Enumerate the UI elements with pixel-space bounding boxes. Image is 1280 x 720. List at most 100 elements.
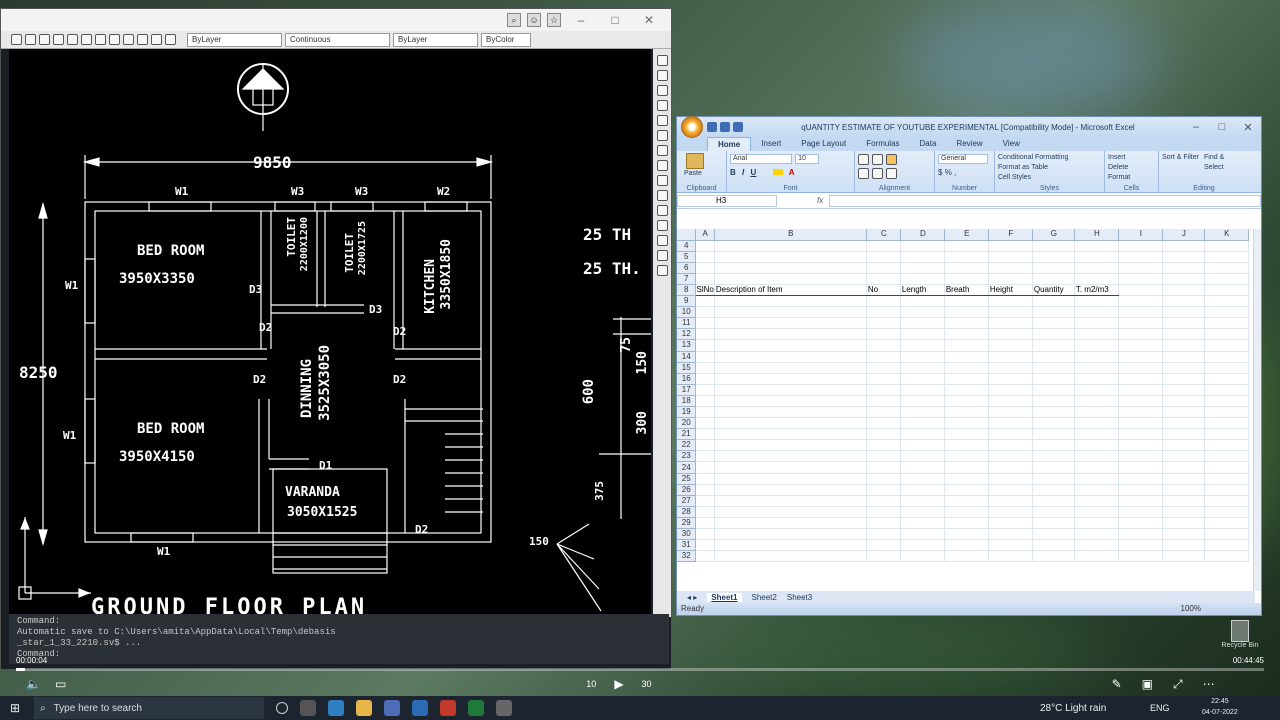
cell[interactable] (987, 339, 1033, 352)
cell[interactable] (695, 439, 715, 452)
currency-icon[interactable]: $ (938, 168, 942, 177)
table-row[interactable]: 12 (677, 328, 1249, 341)
cell[interactable] (713, 484, 867, 496)
cell[interactable] (987, 351, 1033, 363)
cell[interactable] (695, 550, 715, 563)
row-header[interactable]: 31 (677, 539, 696, 552)
cell[interactable] (1162, 306, 1205, 319)
cell[interactable] (987, 550, 1033, 563)
recycle-bin-icon[interactable]: Recycle Bin (1220, 620, 1260, 649)
undo-icon[interactable] (720, 122, 730, 132)
table-row[interactable]: 32 (677, 550, 1249, 563)
sheet-tab[interactable]: Sheet2 (752, 593, 777, 602)
name-box[interactable]: H3 (677, 194, 777, 207)
cell[interactable] (1204, 395, 1249, 408)
cell[interactable] (1117, 395, 1163, 408)
cell[interactable] (1204, 484, 1249, 496)
cell[interactable] (899, 317, 945, 330)
column-header[interactable]: I (1118, 229, 1163, 241)
cell-styles-button[interactable]: Cell Styles (998, 173, 1101, 183)
cell[interactable] (713, 550, 867, 563)
cell[interactable] (866, 240, 901, 252)
sheet-body[interactable]: 4 5 6 7 8 SlNo Description of Item No Length Brea… (677, 240, 1249, 563)
cell[interactable] (1117, 484, 1163, 496)
explode-tool-icon[interactable] (656, 265, 668, 276)
cell[interactable] (987, 317, 1033, 330)
cell[interactable] (1031, 473, 1075, 485)
cell[interactable] (1162, 251, 1205, 263)
fill-color-icon[interactable] (772, 169, 783, 175)
cell[interactable] (695, 495, 715, 507)
cell[interactable] (1031, 461, 1075, 474)
cell[interactable] (987, 417, 1033, 430)
cell[interactable] (1204, 450, 1249, 463)
row-header[interactable]: 19 (677, 406, 696, 419)
tab-page-layout[interactable]: Page Layout (791, 137, 856, 151)
cell[interactable] (1204, 251, 1249, 263)
cell[interactable] (943, 428, 989, 441)
cell[interactable] (713, 362, 867, 374)
cell[interactable] (695, 317, 715, 330)
cell[interactable] (1204, 439, 1249, 452)
row-header[interactable]: 16 (677, 373, 696, 385)
paste-button[interactable]: Paste (684, 169, 723, 179)
cell[interactable] (695, 306, 715, 319)
cell[interactable] (713, 473, 867, 485)
command-line[interactable]: Command: Automatic save to C:\Users\amit… (9, 614, 669, 664)
cell[interactable] (1204, 306, 1249, 319)
cell[interactable] (899, 384, 945, 396)
cell[interactable] (943, 317, 989, 330)
cell[interactable] (1204, 328, 1249, 341)
cell[interactable] (1031, 395, 1075, 408)
cell[interactable] (1162, 373, 1205, 385)
cell[interactable] (899, 339, 945, 352)
cell[interactable] (943, 306, 989, 319)
table-row[interactable]: 10 (677, 306, 1249, 319)
more-options-icon[interactable]: ⋯ (1203, 677, 1215, 691)
move-tool-icon[interactable] (656, 130, 668, 141)
cell[interactable] (988, 273, 1033, 285)
cell[interactable] (695, 384, 715, 396)
polyline-tool-icon[interactable] (25, 34, 36, 45)
cell[interactable] (713, 495, 867, 507)
row-header[interactable]: 7 (677, 273, 696, 285)
rotate-tool-icon[interactable] (656, 145, 668, 156)
cell[interactable] (943, 473, 989, 485)
cell[interactable] (713, 406, 867, 419)
column-header[interactable]: A (695, 229, 715, 241)
cell[interactable] (943, 328, 989, 341)
cell[interactable] (943, 528, 989, 541)
cell[interactable] (865, 373, 901, 385)
drawing-canvas[interactable]: 9850 8250 BED ROOM 3950X3350 TOILET 2200… (9, 49, 651, 617)
cell[interactable] (695, 328, 715, 341)
cell[interactable] (865, 428, 901, 441)
row-header[interactable]: 25 (677, 473, 696, 485)
cell[interactable] (900, 262, 945, 274)
column-header[interactable]: E (944, 229, 989, 241)
cell[interactable] (943, 550, 989, 563)
maximize-button[interactable]: □ (1209, 121, 1235, 133)
cell[interactable] (1162, 262, 1205, 274)
cell[interactable] (943, 406, 989, 419)
cell[interactable] (713, 517, 867, 530)
cell[interactable] (899, 406, 945, 419)
conditional-formatting-button[interactable]: Conditional Formatting (998, 153, 1101, 163)
cell[interactable] (1073, 362, 1119, 374)
row-header[interactable]: 26 (677, 484, 696, 496)
table-row[interactable]: 9 (677, 295, 1249, 308)
cell[interactable] (713, 539, 867, 552)
align-right-icon[interactable] (886, 168, 897, 179)
row-header[interactable]: 28 (677, 506, 696, 518)
cell[interactable] (943, 373, 989, 385)
cell[interactable] (713, 506, 867, 518)
cell[interactable] (1117, 417, 1163, 430)
cell[interactable] (899, 495, 945, 507)
cell[interactable] (899, 506, 945, 518)
format-cells-button[interactable]: Format (1108, 173, 1155, 183)
cell[interactable] (1031, 417, 1075, 430)
cell[interactable] (987, 506, 1033, 518)
number-format-box[interactable]: General (938, 154, 988, 165)
clock[interactable]: 22:45 04-07-2022 (1202, 696, 1238, 718)
row-header[interactable]: 12 (677, 328, 696, 341)
cell[interactable] (1031, 328, 1075, 341)
